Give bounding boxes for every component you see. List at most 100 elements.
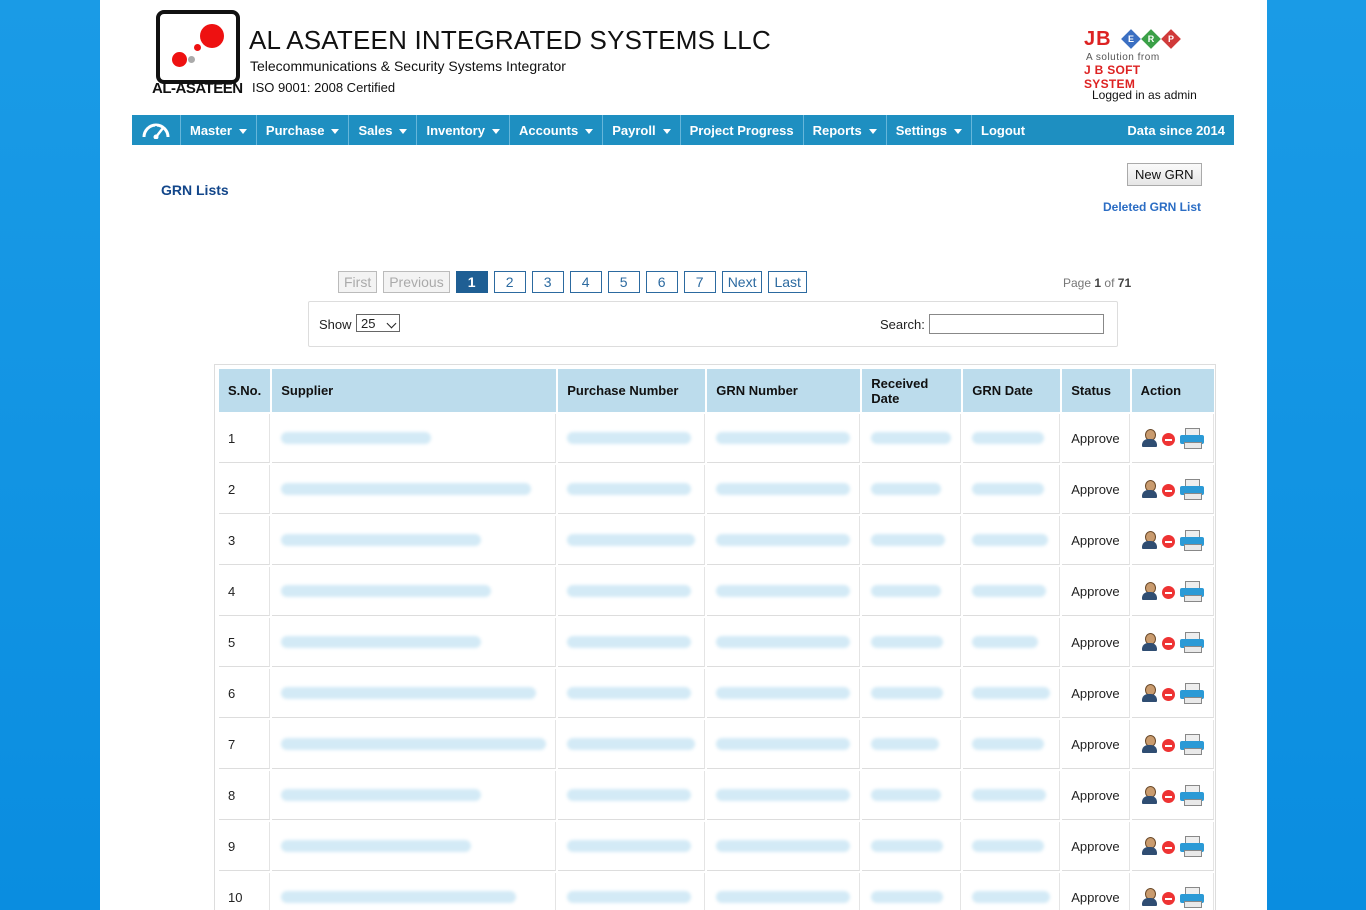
col-grn-date[interactable]: GRN Date <box>963 369 1061 412</box>
nav-reports[interactable]: Reports <box>804 115 887 145</box>
delete-icon[interactable] <box>1161 790 1175 803</box>
user-icon[interactable] <box>1141 684 1157 702</box>
redacted-grn-number <box>716 687 851 700</box>
delete-icon[interactable] <box>1161 484 1175 497</box>
delete-icon[interactable] <box>1161 586 1175 599</box>
nav-sales[interactable]: Sales <box>349 115 418 145</box>
pager-first-button[interactable]: First <box>338 271 378 293</box>
user-icon[interactable] <box>1141 837 1157 855</box>
page-info: Page 1 of 71 <box>1063 276 1131 290</box>
print-icon[interactable] <box>1179 428 1204 449</box>
user-icon[interactable] <box>1141 480 1157 498</box>
redacted-received-date <box>871 483 942 496</box>
pager-page-7[interactable]: 7 <box>683 271 716 293</box>
print-icon[interactable] <box>1179 632 1204 653</box>
user-icon[interactable] <box>1141 786 1157 804</box>
table-row[interactable]: 4 Approve <box>219 567 1214 616</box>
pager-page-1[interactable]: 1 <box>455 271 488 293</box>
row-actions <box>1141 428 1204 449</box>
nav-accounts[interactable]: Accounts <box>510 115 604 145</box>
row-actions <box>1141 632 1204 653</box>
delete-icon[interactable] <box>1161 535 1175 548</box>
user-icon[interactable] <box>1141 531 1157 549</box>
print-icon[interactable] <box>1179 581 1204 602</box>
new-grn-button[interactable]: New GRN <box>1127 163 1202 186</box>
table-row[interactable]: 1 Approve <box>219 414 1214 463</box>
redacted-grn-date <box>972 789 1047 802</box>
nav-inventory[interactable]: Inventory <box>417 115 510 145</box>
print-icon[interactable] <box>1179 734 1204 755</box>
table-row[interactable]: 9 Approve <box>219 822 1214 871</box>
delete-icon[interactable] <box>1161 433 1175 446</box>
print-icon[interactable] <box>1179 785 1204 806</box>
page-size-select[interactable]: 25 <box>356 314 400 332</box>
nav-payroll-label: Payroll <box>612 122 656 138</box>
nav-sales-label: Sales <box>358 122 393 138</box>
print-icon[interactable] <box>1179 530 1204 551</box>
pager-page-2[interactable]: 2 <box>493 271 526 293</box>
pager-previous-button[interactable]: Previous <box>383 271 450 293</box>
page-container: AL-ASATEEN AL ASATEEN INTEGRATED SYSTEMS… <box>100 0 1267 910</box>
cell-grn-date <box>963 567 1061 616</box>
redacted-grn-date <box>972 687 1051 700</box>
col-status[interactable]: Status <box>1062 369 1130 412</box>
pager-page-6[interactable]: 6 <box>645 271 678 293</box>
redacted-grn-date <box>972 432 1045 445</box>
user-icon[interactable] <box>1141 888 1157 906</box>
pager-page-4[interactable]: 4 <box>569 271 602 293</box>
cell-action <box>1131 822 1214 871</box>
redacted-grn-number <box>716 738 851 751</box>
jb-brand: JB <box>1084 28 1112 50</box>
table-row[interactable]: 2 Approve <box>219 465 1214 514</box>
nav-project-progress[interactable]: Project Progress <box>681 115 804 145</box>
table-row[interactable]: 5 Approve <box>219 618 1214 667</box>
table-row[interactable]: 7 Approve <box>219 720 1214 769</box>
pager-page-5[interactable]: 5 <box>607 271 640 293</box>
nav-master[interactable]: Master <box>181 115 257 145</box>
nav-logout[interactable]: Logout <box>972 115 1034 145</box>
redacted-received-date <box>871 585 942 598</box>
print-icon[interactable] <box>1179 887 1204 908</box>
cell-status: Approve <box>1062 465 1130 514</box>
col-purchase-number[interactable]: Purchase Number <box>558 369 706 412</box>
print-icon[interactable] <box>1179 836 1204 857</box>
deleted-grn-list-link[interactable]: Deleted GRN List <box>1103 200 1201 214</box>
print-icon[interactable] <box>1179 683 1204 704</box>
col-sno[interactable]: S.No. <box>219 369 271 412</box>
cell-grn-date <box>963 414 1061 463</box>
pager-last-button[interactable]: Last <box>768 271 807 293</box>
col-received-date[interactable]: Received Date <box>862 369 962 412</box>
delete-icon[interactable] <box>1161 637 1175 650</box>
redacted-supplier <box>281 636 482 649</box>
cell-received-date <box>862 618 962 667</box>
delete-icon[interactable] <box>1161 688 1175 701</box>
pager-next-button[interactable]: Next <box>721 271 763 293</box>
table-row[interactable]: 6 Approve <box>219 669 1214 718</box>
page-info-prefix: Page <box>1063 276 1092 290</box>
nav-settings[interactable]: Settings <box>887 115 973 145</box>
nav-home[interactable] <box>132 115 181 145</box>
user-icon[interactable] <box>1141 633 1157 651</box>
pager-page-3[interactable]: 3 <box>531 271 564 293</box>
user-icon[interactable] <box>1141 582 1157 600</box>
grn-table-wrapper: S.No. Supplier Purchase Number GRN Numbe… <box>214 364 1216 910</box>
cell-grn-date <box>963 822 1061 871</box>
delete-icon[interactable] <box>1161 739 1175 752</box>
user-icon[interactable] <box>1141 735 1157 753</box>
delete-icon[interactable] <box>1161 841 1175 854</box>
table-row[interactable]: 3 Approve <box>219 516 1214 565</box>
redacted-purchase-number <box>567 891 692 904</box>
table-row[interactable]: 8 Approve <box>219 771 1214 820</box>
col-grn-number[interactable]: GRN Number <box>707 369 861 412</box>
cell-purchase-number <box>558 618 706 667</box>
user-icon[interactable] <box>1141 429 1157 447</box>
page-title: GRN Lists <box>161 182 229 198</box>
search-input[interactable] <box>929 314 1104 334</box>
print-icon[interactable] <box>1179 479 1204 500</box>
table-row[interactable]: 10 Approve <box>219 873 1214 910</box>
nav-payroll[interactable]: Payroll <box>603 115 681 145</box>
delete-icon[interactable] <box>1161 892 1175 905</box>
cell-sno: 1 <box>219 414 271 463</box>
col-supplier[interactable]: Supplier <box>272 369 557 412</box>
nav-purchase[interactable]: Purchase <box>257 115 350 145</box>
